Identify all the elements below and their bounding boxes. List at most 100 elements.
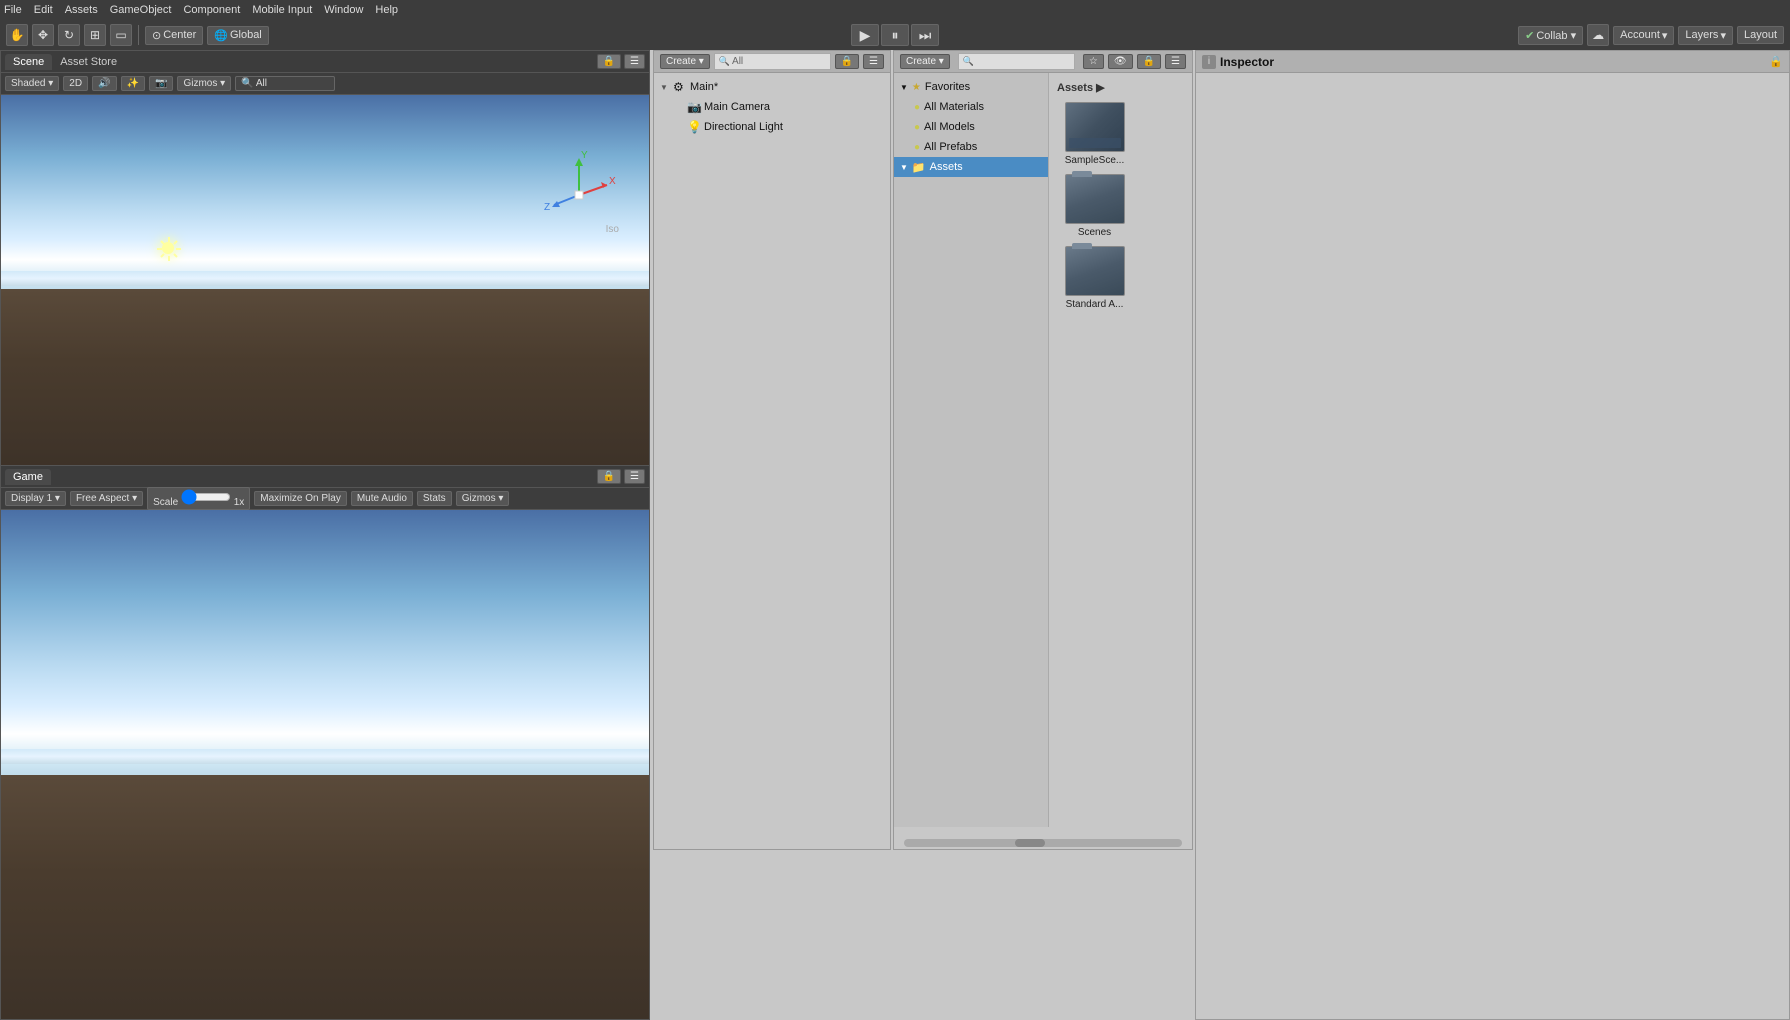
expand-arrow-icon: ▼ <box>660 83 670 92</box>
game-tab-actions: 🔒 ☰ <box>597 469 645 484</box>
menu-edit[interactable]: Edit <box>34 4 53 16</box>
inspector-content <box>1196 73 1789 89</box>
mode-2d-button[interactable]: 2D <box>63 76 88 91</box>
hierarchy-search-placeholder: All <box>732 56 743 67</box>
game-lock-button[interactable]: 🔒 <box>597 469 621 484</box>
pivot-center-button[interactable]: ⊙ Center <box>145 26 203 45</box>
hierarchy-root-label: Main* <box>690 81 718 93</box>
project-favorites-header[interactable]: ▼ ★ Favorites <box>894 77 1048 97</box>
scene-search-box[interactable]: 🔍 All <box>235 76 335 91</box>
project-search-icon: 🔍 <box>963 56 974 67</box>
tool-scale-button[interactable]: ⊞ <box>84 24 106 46</box>
hierarchy-menu-button[interactable]: ☰ <box>863 54 884 69</box>
scene-lock-button[interactable]: 🔒 <box>597 54 621 69</box>
pivot-center-icon: ⊙ <box>152 29 161 42</box>
pivot-global-button[interactable]: 🌐 Global <box>207 26 269 45</box>
layout-label: Layout <box>1744 29 1777 41</box>
all-models-label: All Models <box>924 121 975 133</box>
game-gizmos-dropdown[interactable]: Gizmos ▾ <box>456 491 510 506</box>
game-ground <box>1 775 649 1019</box>
stats-button[interactable]: Stats <box>417 491 452 506</box>
menu-help[interactable]: Help <box>375 4 398 16</box>
scene-gizmos-dropdown[interactable]: Gizmos ▾ <box>177 76 231 91</box>
scene-camera-button[interactable]: 📷 <box>149 76 173 91</box>
layers-label: Layers <box>1685 29 1718 41</box>
project-create-button[interactable]: Create ▾ <box>900 54 950 69</box>
menu-component[interactable]: Component <box>183 4 240 16</box>
project-assets-grid-area: Assets ▶ SampleSce... Scenes <box>1049 73 1192 827</box>
tool-rect-button[interactable]: ▭ <box>110 24 132 46</box>
project-all-models[interactable]: ● All Models <box>894 117 1048 137</box>
cloud-button[interactable]: ☁ <box>1587 24 1609 46</box>
menu-file[interactable]: File <box>4 4 22 16</box>
scene-fx-button[interactable]: ✨ <box>121 76 145 91</box>
assets-folder-label: Assets <box>930 161 963 173</box>
project-all-materials[interactable]: ● All Materials <box>894 97 1048 117</box>
project-eye-button[interactable]: 👁 <box>1108 54 1133 69</box>
project-menu-button[interactable]: ☰ <box>1165 54 1186 69</box>
hierarchy-directional-light-item[interactable]: 💡 Directional Light <box>654 117 890 137</box>
project-search-box[interactable]: 🔍 <box>958 53 1075 70</box>
hierarchy-lock-button[interactable]: 🔒 <box>835 54 859 69</box>
scene-tab-bar: Scene Asset Store 🔒 ☰ <box>1 51 649 73</box>
project-lock-button[interactable]: 🔒 <box>1137 54 1161 69</box>
step-button[interactable]: ⏭ <box>911 24 939 46</box>
hierarchy-scene-root[interactable]: ▼ ⚙ Main* <box>654 77 890 97</box>
menu-assets[interactable]: Assets <box>65 4 98 16</box>
tool-hand-button[interactable]: ✋ <box>6 24 28 46</box>
menu-window[interactable]: Window <box>324 4 363 16</box>
pivot-global-icon: 🌐 <box>214 29 228 42</box>
project-panel: Create ▾ 🔍 ☆ 👁 🔒 ☰ ▼ ★ Favorites ● All M… <box>893 50 1193 850</box>
menu-gameobject[interactable]: GameObject <box>110 4 172 16</box>
game-tab[interactable]: Game <box>5 469 51 485</box>
layers-button[interactable]: Layers ▾ <box>1678 26 1733 45</box>
project-star-button[interactable]: ☆ <box>1083 54 1104 69</box>
toolbar-sep-1 <box>138 25 139 45</box>
asset-item-standard-assets[interactable]: Standard A... <box>1057 246 1132 310</box>
project-all-prefabs[interactable]: ● All Prefabs <box>894 137 1048 157</box>
account-button[interactable]: Account ▾ <box>1613 26 1674 45</box>
scale-control[interactable]: Scale 1x <box>147 487 250 510</box>
project-scrollbar[interactable] <box>904 839 1182 847</box>
scene-icon: ⚙ <box>673 80 687 94</box>
layout-button[interactable]: Layout <box>1737 26 1784 44</box>
mute-audio-button[interactable]: Mute Audio <box>351 491 413 506</box>
project-scrollbar-thumb[interactable] <box>1015 839 1045 847</box>
scene-menu-button[interactable]: ☰ <box>624 54 645 69</box>
maximize-on-play-button[interactable]: Maximize On Play <box>254 491 347 506</box>
display-dropdown[interactable]: Display 1 ▾ <box>5 491 66 506</box>
scenes-label: Scenes <box>1078 227 1111 238</box>
asset-store-tab[interactable]: Asset Store <box>52 54 125 70</box>
tool-rotate-button[interactable]: ↻ <box>58 24 80 46</box>
pivot-global-label: Global <box>230 29 262 41</box>
play-button[interactable]: ▶ <box>851 24 879 46</box>
shading-label: Shaded <box>11 78 45 89</box>
hierarchy-create-button[interactable]: Create ▾ <box>660 54 710 69</box>
game-toolbar: Display 1 ▾ Free Aspect ▾ Scale 1x Maxim… <box>1 488 649 510</box>
inspector-lock-button[interactable]: 🔒 <box>1769 55 1783 68</box>
game-panel: Game 🔒 ☰ Display 1 ▾ Free Aspect ▾ Scale… <box>0 465 650 1020</box>
scene-gizmo-widget[interactable]: X Y Z Iso <box>539 150 619 235</box>
project-assets-folder[interactable]: ▼ 📁 Assets <box>894 157 1048 177</box>
menu-mobile-input[interactable]: Mobile Input <box>252 4 312 16</box>
asset-item-samplescene[interactable]: SampleSce... <box>1057 102 1132 166</box>
scene-audio-button[interactable]: 🔊 <box>92 76 116 91</box>
game-tab-bar: Game 🔒 ☰ <box>1 466 649 488</box>
pause-button[interactable]: ⏸ <box>881 24 909 46</box>
tool-move-button[interactable]: ✥ <box>32 24 54 46</box>
scene-tab[interactable]: Scene <box>5 54 52 70</box>
hierarchy-search-box[interactable]: 🔍 All <box>714 53 831 70</box>
shading-dropdown[interactable]: Shaded ▾ <box>5 76 59 91</box>
collab-button[interactable]: ✔ Collab ▾ <box>1518 26 1583 45</box>
scene-sun <box>157 237 177 257</box>
scale-slider[interactable] <box>181 489 231 505</box>
game-menu-button[interactable]: ☰ <box>624 469 645 484</box>
svg-text:Y: Y <box>581 150 588 161</box>
toolbar: ✋ ✥ ↻ ⊞ ▭ ⊙ Center 🌐 Global ▶ ⏸ ⏭ ✔ Coll… <box>0 20 1790 50</box>
asset-item-scenes[interactable]: Scenes <box>1057 174 1132 238</box>
hierarchy-main-camera-item[interactable]: 📷 Main Camera <box>654 97 890 117</box>
gizmos-label: Gizmos <box>183 78 217 89</box>
assets-header-label: Assets ▶ <box>1057 81 1105 94</box>
aspect-dropdown[interactable]: Free Aspect ▾ <box>70 491 143 506</box>
sun-rays-svg <box>154 234 184 264</box>
